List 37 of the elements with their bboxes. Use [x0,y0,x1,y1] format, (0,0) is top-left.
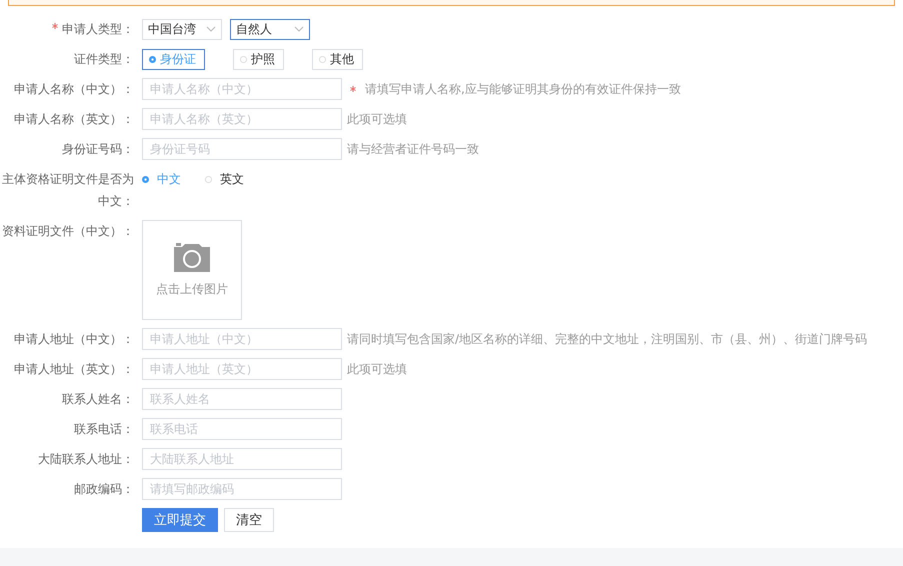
field-label: 邮政编码： [73,481,134,498]
text-field[interactable]: 大陆联系人地址 [142,448,342,470]
clear-button[interactable]: 清空 [224,508,274,532]
dropdown[interactable]: 中国台湾 [142,18,222,40]
field-label: 申请人地址（英文）： [13,361,134,378]
text-field[interactable]: 申请人地址（英文） [142,358,342,380]
field-hint: 此项可选填 [347,110,407,128]
text-field[interactable]: 申请人名称（英文） [142,108,342,130]
field-hint: 请同时填写包含国家/地区名称的详细、完整的中文地址，注明国别、市（县、州）、街道门牌号码 [347,330,868,348]
field-hint: 请填写申请人名称,应与能够证明其身份的有效证件保持一致 [365,80,681,98]
field-label: 联系电话： [73,421,134,438]
field-label: 申请人名称（中文）： [13,81,134,98]
field-label: 申请人地址（中文）： [13,331,134,348]
field-label: 申请人类型： [62,22,134,36]
radio-option[interactable]: 其他 [312,48,363,70]
field-label: 资料证明文件（中文）： [1,223,134,240]
text-field[interactable]: 申请人地址（中文） [142,328,342,350]
dropdown[interactable]: 自然人 [230,18,310,40]
camera-icon [173,242,211,272]
field-label: 联系人姓名： [61,391,134,408]
text-field[interactable]: 联系人姓名 [142,388,342,410]
radio-option[interactable]: 护照 [233,48,284,70]
field-label: 主体资格证明文件是否为中文： [1,171,134,210]
field-hint: 请与经营者证件号码一致 [347,140,479,158]
caret-icon [294,26,304,32]
field-hint: 此项可选填 [347,360,407,378]
field-label: 证件类型： [73,51,134,68]
field-label: 身份证号码： [61,141,134,158]
text-field[interactable]: 请填写邮政编码 [142,478,342,500]
submit-button[interactable]: 立即提交 [142,508,218,532]
radio-option[interactable]: 英文 [205,170,244,188]
field-label: 申请人名称（英文）： [13,111,134,128]
field-label: 大陆联系人地址： [37,451,134,468]
text-field[interactable]: 申请人名称（中文） [142,78,342,100]
caret-icon [206,26,216,32]
text-field[interactable]: 联系电话 [142,418,342,440]
text-field[interactable]: 身份证号码 [142,138,342,160]
